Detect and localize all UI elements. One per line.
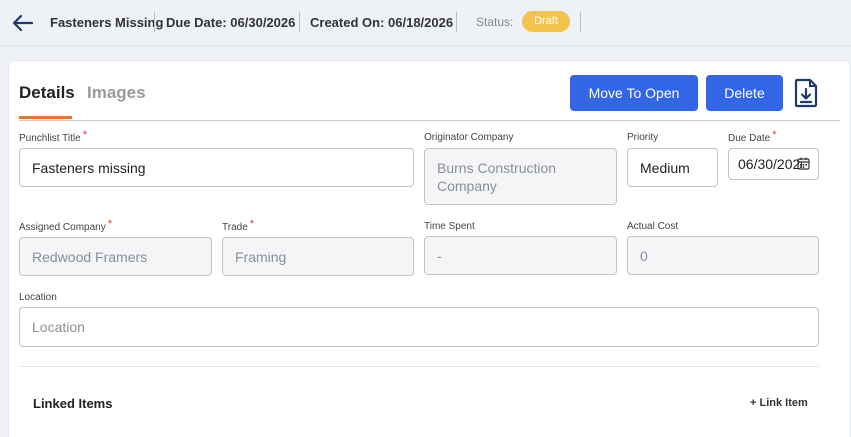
originator-company-label: Originator Company (424, 132, 514, 143)
assigned-company-field: Redwood Framers (19, 237, 212, 276)
actual-cost-label: Actual Cost (627, 221, 679, 232)
back-arrow-icon[interactable] (11, 11, 35, 35)
punchlist-title-input[interactable]: Fasteners missing (19, 148, 414, 187)
status-badge: Draft (522, 11, 570, 32)
calendar-icon[interactable] (797, 157, 810, 170)
tab-details[interactable]: Details (19, 83, 75, 103)
link-item-button[interactable]: + Link Item (750, 397, 808, 409)
assigned-company-label: Assigned Company * (19, 218, 112, 233)
tab-images[interactable]: Images (87, 83, 146, 103)
due-date-text: Due Date: 06/30/2026 (166, 15, 296, 30)
delete-button[interactable]: Delete (706, 75, 783, 111)
punchlist-title-label: Punchlist Title * (19, 129, 87, 144)
separator (456, 12, 457, 32)
time-spent-field: - (424, 236, 617, 275)
required-marker: * (772, 129, 777, 141)
location-input[interactable]: Location (19, 307, 819, 347)
trade-label: Trade * (222, 218, 255, 233)
originator-company-field: Burns Construction Company (424, 148, 617, 205)
separator (154, 12, 155, 32)
priority-select[interactable]: Medium (627, 148, 718, 187)
priority-label: Priority (627, 132, 659, 143)
due-date-input[interactable]: 06/30/2026 (728, 148, 819, 180)
required-marker: * (249, 218, 255, 230)
required-marker: * (82, 129, 87, 141)
time-spent-label: Time Spent (424, 221, 475, 232)
actual-cost-field: 0 (627, 236, 819, 275)
active-tab-indicator (19, 116, 72, 119)
location-label: Location (19, 292, 57, 303)
status-label: Status: (476, 15, 514, 29)
created-on-text: Created On: 06/18/2026 (310, 15, 454, 30)
top-bar: Fasteners Missing Due Date: 06/30/2026 C… (0, 0, 851, 46)
due-date-label: Due Date * (728, 129, 777, 144)
required-marker: * (107, 218, 112, 230)
separator (580, 12, 581, 32)
trade-field: Framing (222, 237, 414, 276)
section-divider (19, 366, 819, 367)
punchlist-card: Details Images Move To Open Delete Punch… (8, 60, 851, 437)
linked-items-title: Linked Items (33, 396, 113, 411)
tab-divider (19, 120, 840, 121)
punchlist-name: Fasteners Missing (50, 15, 164, 30)
due-date-value: 06/30/2026 (738, 156, 802, 172)
separator (299, 12, 300, 32)
download-pdf-icon[interactable] (793, 78, 819, 108)
move-to-open-button[interactable]: Move To Open (570, 75, 698, 111)
